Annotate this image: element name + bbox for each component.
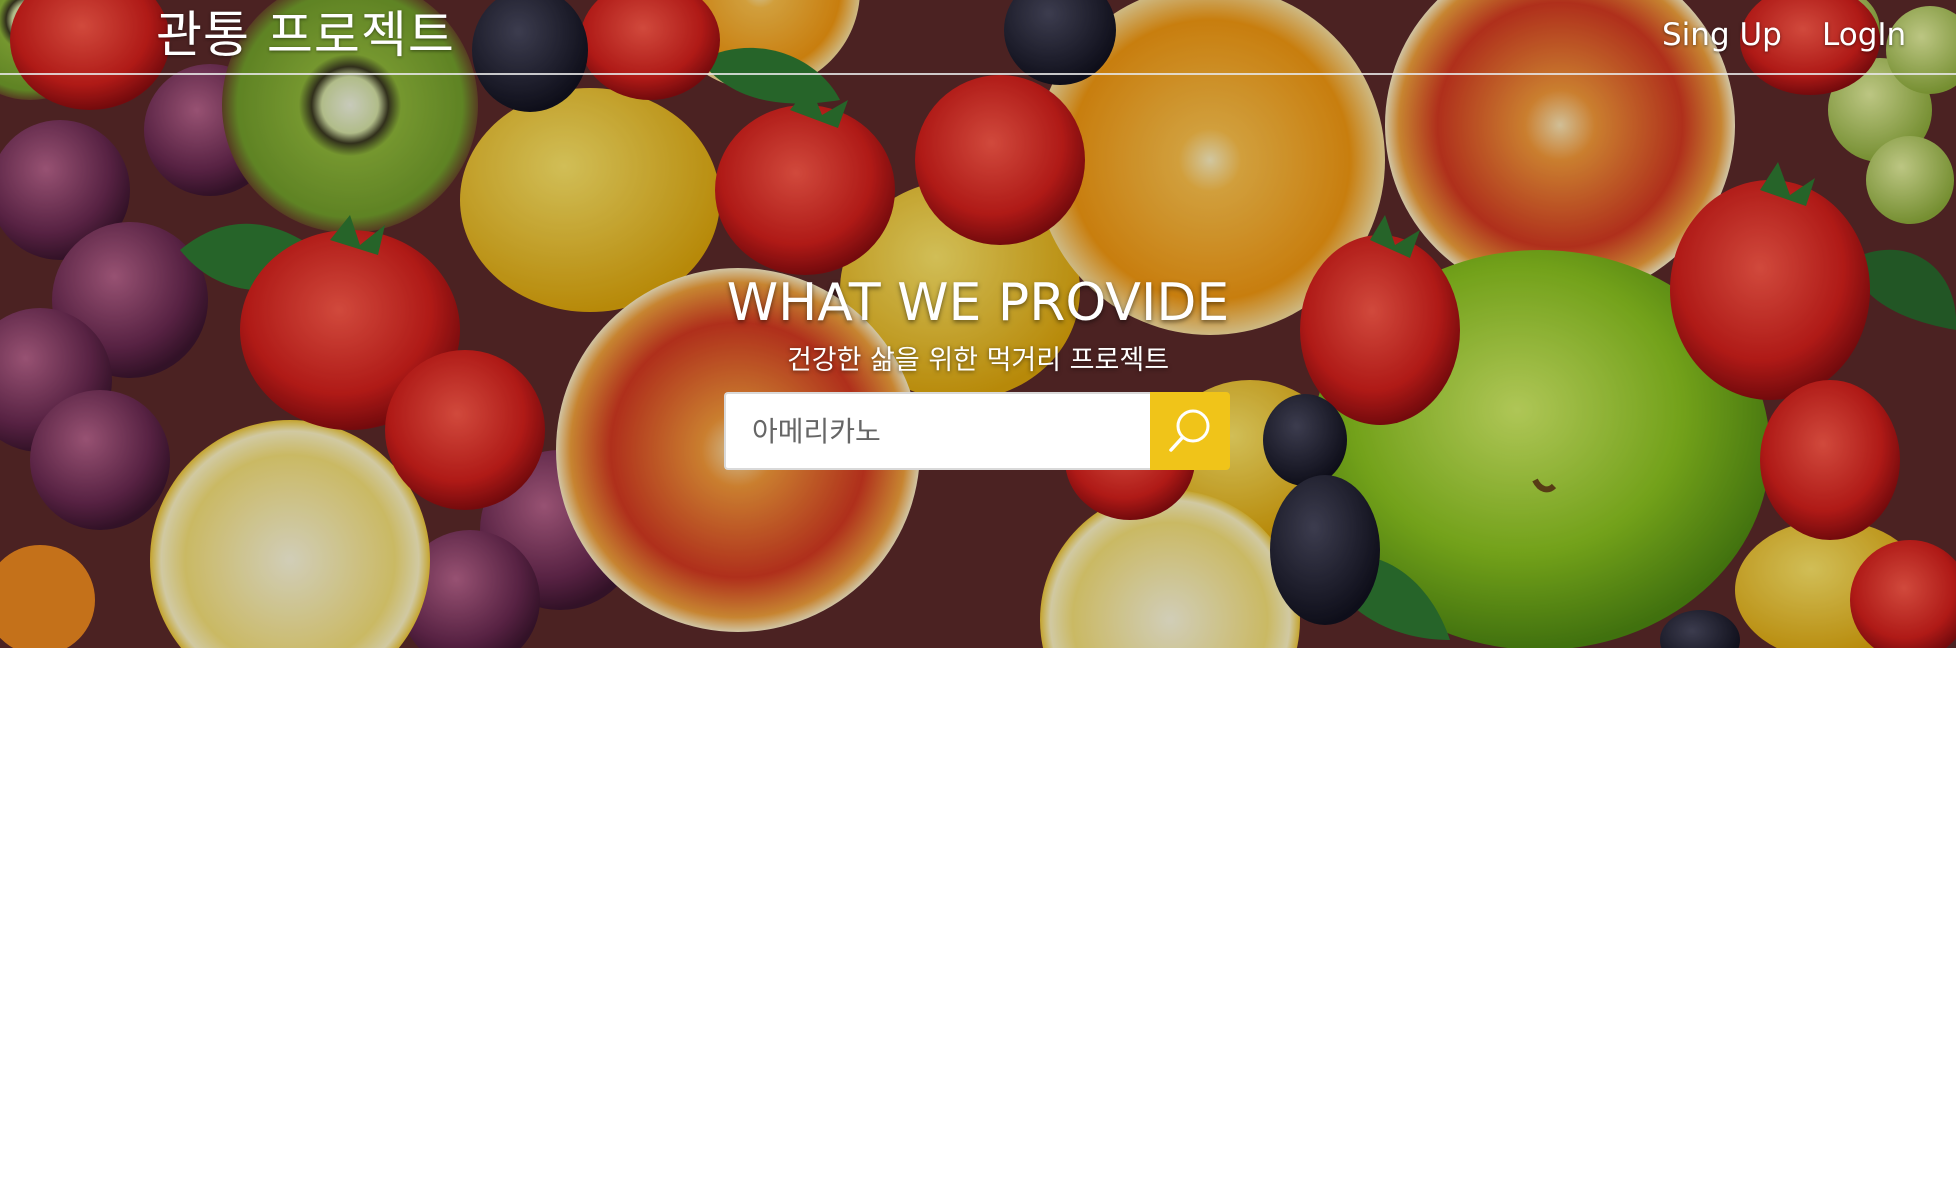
hero-section: 관통 프로젝트 Sing Up LogIn WHAT WE PROVIDE 건강… — [0, 0, 1956, 648]
search-button[interactable] — [1150, 392, 1230, 470]
top-navigation-bar: 관통 프로젝트 Sing Up LogIn — [0, 0, 1956, 75]
search-icon — [1169, 409, 1210, 452]
hero-subtitle: 건강한 삶을 위한 먹거리 프로젝트 — [786, 345, 1170, 376]
search-input[interactable] — [724, 392, 1152, 470]
brand-title[interactable]: 관통 프로젝트 — [156, 4, 455, 66]
hero-title: WHAT WE PROVIDE — [726, 273, 1230, 333]
main-content-area — [0, 648, 1956, 1200]
login-link[interactable]: LogIn — [1822, 14, 1906, 56]
signup-link[interactable]: Sing Up — [1662, 14, 1782, 56]
